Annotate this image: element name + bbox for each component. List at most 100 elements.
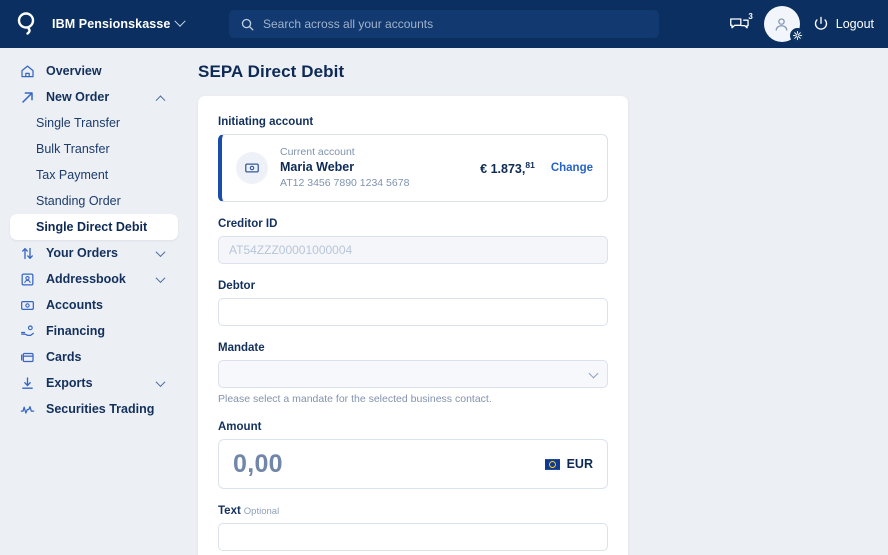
initiating-account-field: Initiating account Current account Maria… <box>218 116 608 202</box>
arrows-up-down-icon <box>18 246 37 261</box>
initiating-account-card[interactable]: Current account Maria Weber AT12 3456 78… <box>218 134 608 202</box>
debtor-label: Debtor <box>218 280 256 292</box>
account-balance: € 1.873,81 <box>480 160 535 176</box>
address-card-icon <box>18 272 37 287</box>
top-header-bar: IBM Pensionskasse Search across all your… <box>0 0 888 48</box>
mandate-hint: Please select a mandate for the selected… <box>218 393 492 405</box>
sidebar-sub-label: Bulk Transfer <box>36 142 110 156</box>
chevron-down-icon <box>155 376 166 387</box>
messages-button[interactable]: 3 <box>723 9 757 39</box>
person-icon <box>775 17 788 31</box>
sidebar-item-label: Securities Trading <box>46 402 155 416</box>
sidebar-item-your-orders[interactable]: Your Orders <box>10 240 178 266</box>
org-name-label: IBM Pensionskasse <box>52 17 171 31</box>
amount-input-box[interactable]: 0,00 EUR <box>218 439 608 489</box>
power-icon <box>814 16 827 30</box>
debtor-field: Debtor <box>218 280 608 326</box>
sidebar-item-accounts[interactable]: Accounts <box>10 292 178 318</box>
sidebar-item-label: Addressbook <box>46 272 126 286</box>
sidebar-item-tax-payment[interactable]: Tax Payment <box>10 162 178 188</box>
sidebar-sub-label: Tax Payment <box>36 168 109 182</box>
messages-badge-count: 3 <box>748 12 753 21</box>
gear-icon <box>792 31 802 40</box>
text-input[interactable] <box>218 523 608 551</box>
sidebar-item-label: Exports <box>46 376 93 390</box>
creditor-id-input[interactable] <box>218 236 608 264</box>
sidebar-item-overview[interactable]: Overview <box>10 58 178 84</box>
chevron-down-icon <box>174 15 187 27</box>
currency-selector[interactable]: EUR <box>544 457 593 471</box>
creditor-id-label: Creditor ID <box>218 218 278 230</box>
avatar-settings-badge[interactable] <box>789 28 805 43</box>
sidebar-sub-label: Single Direct Debit <box>36 220 148 234</box>
text-label-main: Text <box>218 505 241 517</box>
sidebar-item-bulk-transfer[interactable]: Bulk Transfer <box>10 136 178 162</box>
text-field: Text Optional <box>218 505 608 555</box>
eu-flag-icon <box>544 458 560 470</box>
download-icon <box>18 376 37 391</box>
text-optional-tag: Optional <box>243 506 280 517</box>
sidebar-nav: Overview New Order Single Transfer Bulk … <box>0 48 188 555</box>
account-iban: AT12 3456 7890 1234 5678 <box>280 177 410 190</box>
sidebar-item-cards[interactable]: Cards <box>10 344 178 370</box>
header-actions: 3 Logout <box>723 0 878 48</box>
global-search-input[interactable]: Search across all your accounts <box>229 10 659 38</box>
sidebar-item-standing-order[interactable]: Standing Order <box>10 188 178 214</box>
chat-bubbles-icon <box>730 17 749 28</box>
sidebar-item-label: Financing <box>46 324 106 338</box>
sidebar-item-securities-trading[interactable]: Securities Trading <box>10 396 178 422</box>
arrow-up-right-icon <box>18 90 37 105</box>
home-icon <box>18 64 37 79</box>
brand-logo[interactable] <box>6 0 46 48</box>
sidebar-sub-label: Single Transfer <box>36 116 121 130</box>
circle-tail-logo-icon <box>17 12 35 35</box>
change-account-button[interactable]: Change <box>551 162 593 174</box>
amount-label: Amount <box>218 421 262 433</box>
user-avatar-button[interactable] <box>763 3 805 45</box>
sidebar-item-new-order[interactable]: New Order <box>10 84 178 110</box>
hand-coins-icon <box>18 324 37 339</box>
amount-value: 0,00 <box>233 449 283 478</box>
mandate-field: Mandate Please select a mandate for the … <box>218 342 608 405</box>
direct-debit-form-card: Initiating account Current account Maria… <box>198 96 628 555</box>
account-holder: Maria Weber <box>280 159 355 174</box>
amount-field: Amount 0,00 EUR <box>218 421 608 489</box>
chevron-down-icon <box>155 246 166 257</box>
banknote-icon <box>18 298 37 313</box>
pulse-line-icon <box>18 402 37 417</box>
mandate-label: Mandate <box>218 342 265 354</box>
sidebar-item-label: New Order <box>46 90 110 104</box>
credit-card-icon <box>18 350 37 365</box>
currency-code: EUR <box>566 457 593 471</box>
account-balance-cents: 81 <box>525 159 535 170</box>
banknote-icon <box>236 152 268 184</box>
logout-button[interactable]: Logout <box>813 16 878 32</box>
chevron-up-icon <box>155 94 166 105</box>
sidebar-item-label: Overview <box>46 64 102 78</box>
page-title: SEPA Direct Debit <box>198 62 345 81</box>
sidebar-item-financing[interactable]: Financing <box>10 318 178 344</box>
sidebar-item-label: Accounts <box>46 298 103 312</box>
org-switcher[interactable]: IBM Pensionskasse <box>52 15 187 31</box>
sidebar-item-single-direct-debit[interactable]: Single Direct Debit <box>10 214 178 240</box>
creditor-id-field: Creditor ID <box>218 218 608 264</box>
sidebar-item-single-transfer[interactable]: Single Transfer <box>10 110 178 136</box>
mandate-select[interactable] <box>218 360 608 388</box>
debtor-input[interactable] <box>218 298 608 326</box>
chevron-down-icon <box>155 272 166 283</box>
initiating-account-label: Initiating account <box>218 116 314 128</box>
initiating-account-details: Current account Maria Weber AT12 3456 78… <box>280 145 480 191</box>
sidebar-item-label: Your Orders <box>46 246 119 260</box>
mandate-select-wrap <box>218 360 608 388</box>
logout-label: Logout <box>835 17 874 31</box>
account-balance-main: € 1.873, <box>480 162 526 177</box>
account-type: Current account <box>280 145 355 158</box>
main-content: SEPA Direct Debit Initiating account Cur… <box>188 48 888 555</box>
sidebar-sub-label: Standing Order <box>36 194 121 208</box>
search-icon <box>241 18 254 30</box>
sidebar-item-addressbook[interactable]: Addressbook <box>10 266 178 292</box>
sidebar-item-label: Cards <box>46 350 82 364</box>
sidebar-item-exports[interactable]: Exports <box>10 370 178 396</box>
search-placeholder: Search across all your accounts <box>263 17 434 31</box>
text-label: Text Optional <box>218 505 608 517</box>
